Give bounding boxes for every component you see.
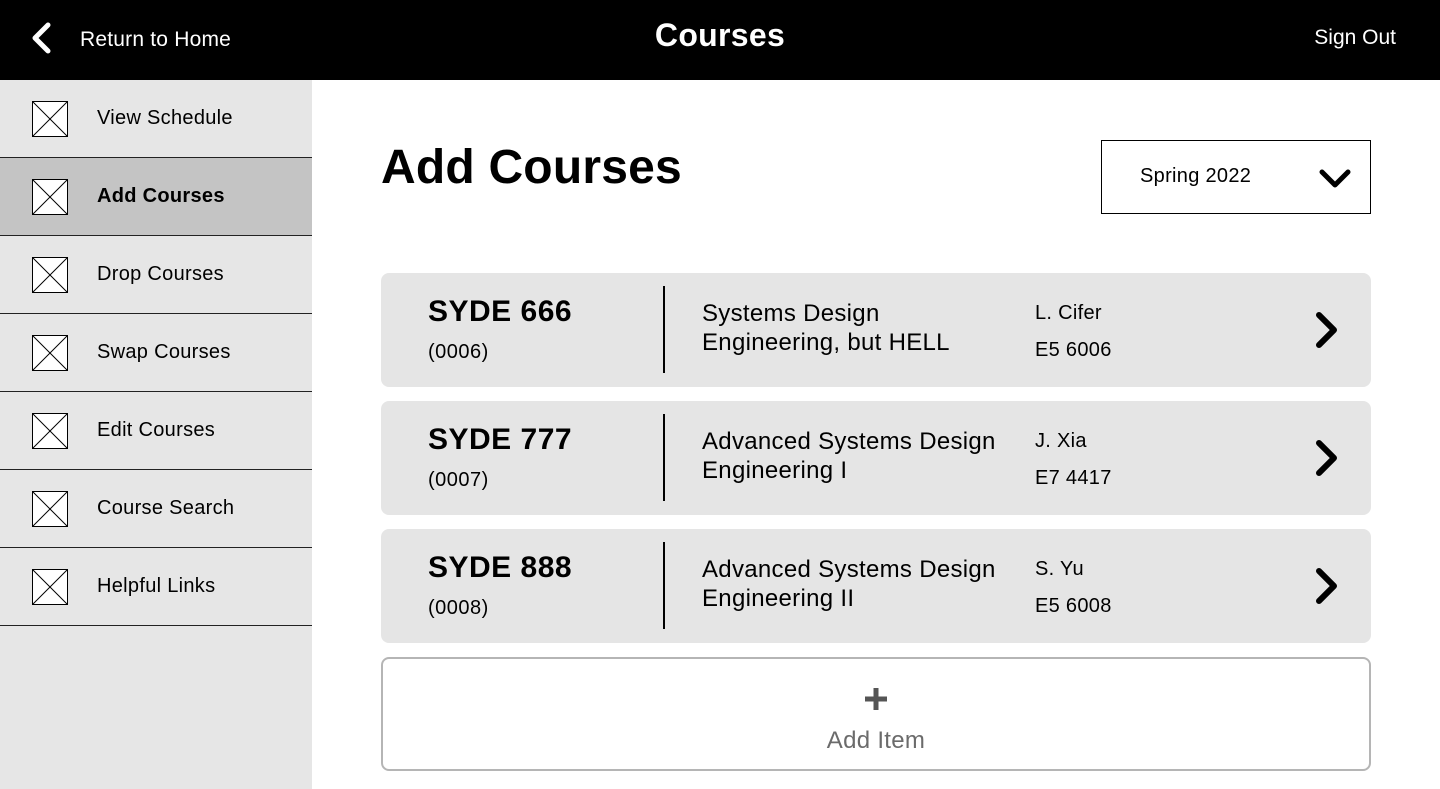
course-instructor: J. Xia xyxy=(1035,430,1087,452)
add-item-label: Add Item xyxy=(826,727,926,754)
placeholder-image-icon xyxy=(32,491,68,527)
placeholder-image-icon xyxy=(32,335,68,371)
sidebar-item-label: Helpful Links xyxy=(97,575,216,597)
course-section: (0007) xyxy=(428,469,489,491)
top-bar: Return to Home Courses Sign Out xyxy=(0,0,1440,80)
chevron-down-icon xyxy=(1318,165,1352,191)
course-room: E5 6008 xyxy=(1035,595,1112,617)
course-instructor: L. Cifer xyxy=(1035,302,1102,324)
app-title: Courses xyxy=(654,17,786,53)
course-card-syde-777[interactable]: SYDE 777 (0007) Advanced Systems Design … xyxy=(381,401,1371,515)
sign-out-button[interactable]: Sign Out xyxy=(1314,26,1396,50)
course-room: E5 6006 xyxy=(1035,339,1112,361)
course-code: SYDE 666 xyxy=(428,295,573,328)
course-instructor: S. Yu xyxy=(1035,558,1084,580)
course-name: Advanced Systems Design Engineering II xyxy=(702,556,996,612)
sidebar-item-label: Swap Courses xyxy=(97,341,231,363)
course-card-syde-666[interactable]: SYDE 666 (0006) Systems Design Engineeri… xyxy=(381,273,1371,387)
placeholder-image-icon xyxy=(32,179,68,215)
plus-icon xyxy=(383,683,1369,715)
course-divider xyxy=(663,414,665,501)
course-divider xyxy=(663,286,665,373)
term-dropdown[interactable]: Spring 2022 xyxy=(1101,140,1371,214)
course-name: Advanced Systems Design Engineering I xyxy=(702,428,996,484)
placeholder-image-icon xyxy=(32,413,68,449)
term-dropdown-value: Spring 2022 xyxy=(1140,165,1252,187)
course-code: SYDE 777 xyxy=(428,423,573,456)
course-section: (0006) xyxy=(428,341,489,363)
sidebar-item-label: Add Courses xyxy=(97,185,225,207)
sidebar-item-course-search[interactable]: Course Search xyxy=(0,470,312,548)
placeholder-image-icon xyxy=(32,101,68,137)
placeholder-image-icon xyxy=(32,257,68,293)
course-section: (0008) xyxy=(428,597,489,619)
add-item-button[interactable]: Add Item xyxy=(381,657,1371,771)
sidebar-item-label: View Schedule xyxy=(97,107,233,129)
sidebar-item-swap-courses[interactable]: Swap Courses xyxy=(0,314,312,392)
page-title: Add Courses xyxy=(381,141,682,194)
course-card-syde-888[interactable]: SYDE 888 (0008) Advanced Systems Design … xyxy=(381,529,1371,643)
sidebar-item-label: Course Search xyxy=(97,497,235,519)
placeholder-image-icon xyxy=(32,569,68,605)
course-code: SYDE 888 xyxy=(428,551,573,584)
chevron-right-icon[interactable] xyxy=(1309,566,1343,606)
chevron-right-icon[interactable] xyxy=(1309,310,1343,350)
sidebar-item-add-courses[interactable]: Add Courses xyxy=(0,158,312,236)
sidebar-item-helpful-links[interactable]: Helpful Links xyxy=(0,548,312,626)
course-room: E7 4417 xyxy=(1035,467,1112,489)
sidebar-item-view-schedule[interactable]: View Schedule xyxy=(0,80,312,158)
chevron-right-icon[interactable] xyxy=(1309,438,1343,478)
main-content: Add Courses Spring 2022 SYDE 666 (0006) … xyxy=(312,80,1440,789)
sidebar-item-drop-courses[interactable]: Drop Courses xyxy=(0,236,312,314)
sidebar-item-label: Edit Courses xyxy=(97,419,216,441)
sidebar: View Schedule Add Courses Drop Courses S… xyxy=(0,80,312,789)
course-divider xyxy=(663,542,665,629)
sidebar-item-label: Drop Courses xyxy=(97,263,224,285)
sidebar-item-edit-courses[interactable]: Edit Courses xyxy=(0,392,312,470)
course-name: Systems Design Engineering, but HELL xyxy=(702,300,950,356)
